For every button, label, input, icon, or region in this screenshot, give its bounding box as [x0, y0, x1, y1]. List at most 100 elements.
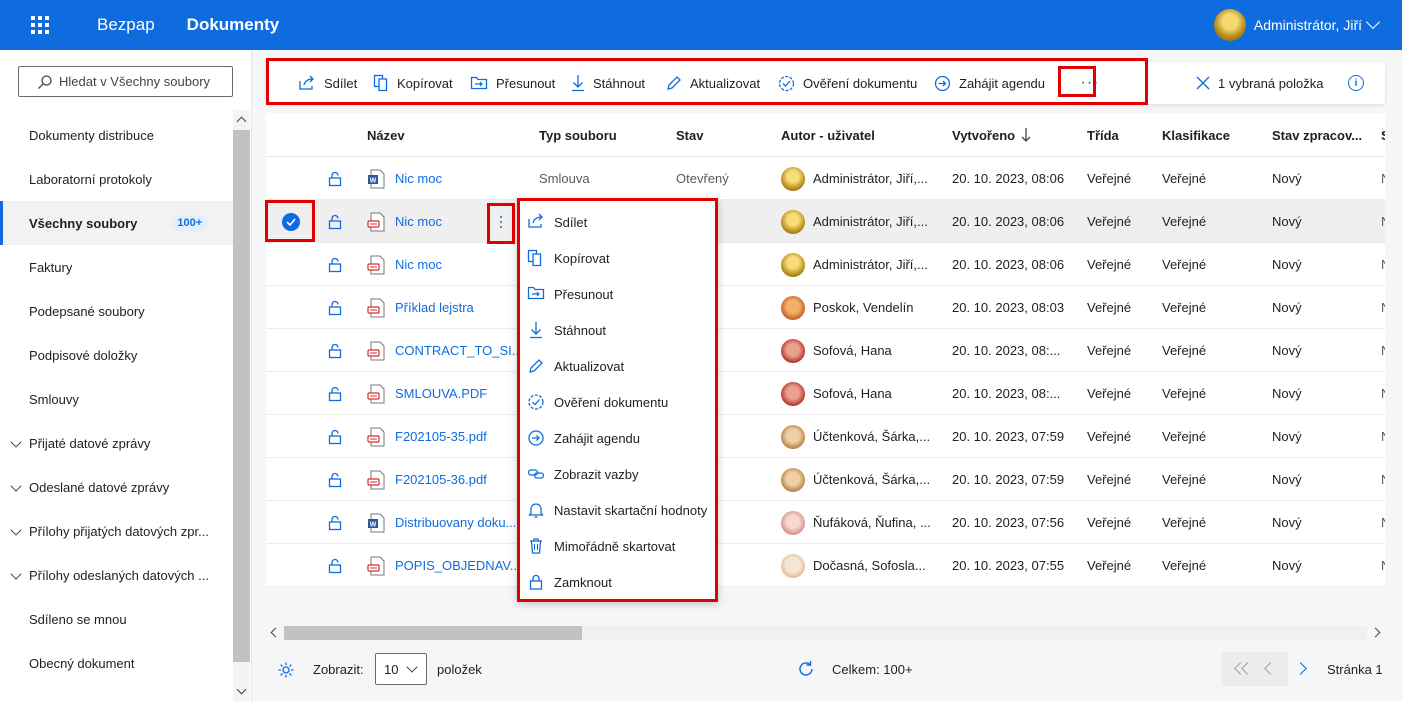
menu-item-lock[interactable]: Zamknout — [520, 564, 715, 600]
menu-item-bell[interactable]: Nastavit skartační hodnoty — [520, 492, 715, 528]
lock-icon[interactable] — [328, 558, 342, 574]
app-name[interactable]: Bezpap — [97, 15, 155, 35]
row-checkbox[interactable] — [282, 329, 302, 372]
copy-button[interactable]: Kopírovat — [373, 62, 453, 104]
chevron-down-icon[interactable] — [10, 568, 22, 580]
info-icon[interactable]: i — [1348, 75, 1364, 91]
chevron-down-icon[interactable] — [10, 524, 22, 536]
scroll-left-icon[interactable] — [270, 627, 281, 638]
sidebar-item-odeslane-datove-zpravy[interactable]: Odeslané datové zprávy — [0, 465, 233, 509]
lock-icon[interactable] — [328, 300, 342, 316]
table-row[interactable]: POPIS_OBJEDNAV...enýDočasná, Sofosla...2… — [266, 544, 1385, 587]
file-name-link[interactable]: Nic moc — [395, 157, 530, 200]
lock-icon[interactable] — [328, 472, 342, 488]
row-checkbox[interactable] — [282, 544, 302, 587]
row-checkbox[interactable] — [282, 286, 302, 329]
lock-icon[interactable] — [328, 214, 342, 230]
table-row[interactable]: WDistribuovany doku...enýŇufáková, Ňufin… — [266, 501, 1385, 544]
menu-item-move[interactable]: Přesunout — [520, 276, 715, 312]
move-button[interactable]: Přesunout — [470, 62, 555, 104]
file-name-link[interactable]: CONTRACT_TO_SI... — [395, 329, 530, 372]
next-page-icon[interactable] — [1294, 662, 1307, 675]
sidebar-scrollbar[interactable] — [233, 110, 250, 701]
row-checkbox[interactable] — [282, 157, 302, 200]
row-checkbox[interactable] — [282, 372, 302, 415]
verify-document-button[interactable]: Ověření dokumentu — [778, 62, 917, 104]
lock-icon[interactable] — [328, 429, 342, 445]
sidebar-item-podepsane-soubory[interactable]: Podepsané soubory — [0, 289, 233, 333]
file-name-link[interactable]: POPIS_OBJEDNAV... — [395, 544, 530, 587]
page-size-select[interactable]: 10 — [375, 653, 427, 685]
column-header-class[interactable]: Třída — [1087, 113, 1119, 157]
app-launcher-button[interactable] — [0, 0, 80, 50]
column-header-classification[interactable]: Klasifikace — [1162, 113, 1230, 157]
scroll-down-icon[interactable] — [236, 684, 247, 695]
horizontal-scrollbar[interactable] — [266, 625, 1385, 642]
lock-icon[interactable] — [328, 386, 342, 402]
lock-icon[interactable] — [328, 343, 342, 359]
scroll-up-icon[interactable] — [236, 116, 247, 127]
column-header-state[interactable]: Stav — [676, 113, 703, 157]
menu-item-start-agenda[interactable]: Zahájit agendu — [520, 420, 715, 456]
sidebar-item-prilohy-odeslanych[interactable]: Přílohy odeslaných datových ... — [0, 553, 233, 597]
user-menu[interactable]: Administrátor, Jiří — [1213, 9, 1381, 41]
column-header-extra[interactable]: S — [1381, 113, 1385, 157]
menu-item-download[interactable]: Stáhnout — [520, 312, 715, 348]
file-name-link[interactable]: Distribuovany doku... — [395, 501, 530, 544]
sidebar-item-vsechny-soubory[interactable]: Všechny soubory 100+ — [0, 201, 233, 245]
more-options-button[interactable]: ··· — [1072, 68, 1108, 98]
lock-icon[interactable] — [328, 171, 342, 187]
table-row[interactable]: F202105-35.pdfvanýÚčtenková, Šárka,...20… — [266, 415, 1385, 458]
sidebar-item-faktury[interactable]: Faktury — [0, 245, 233, 289]
selection-info[interactable]: 1 vybraná položka — [1196, 62, 1324, 104]
table-row[interactable]: SMLOUVA.PDFenýSofová, Hana20. 10. 2023, … — [266, 372, 1385, 415]
gear-icon[interactable] — [277, 661, 295, 679]
table-row[interactable]: F202105-36.pdfvanýÚčtenková, Šárka,...20… — [266, 458, 1385, 501]
column-header-processing[interactable]: Stav zpracov... — [1272, 113, 1362, 157]
sidebar-item-dokumenty-distribuce[interactable]: Dokumenty distribuce — [0, 113, 233, 157]
chevron-down-icon[interactable] — [10, 436, 22, 448]
table-row[interactable]: CONTRACT_TO_SI...enýSofová, Hana20. 10. … — [266, 329, 1385, 372]
sidebar-item-podpisove-dolozky[interactable]: Podpisové doložky — [0, 333, 233, 377]
column-header-name[interactable]: Název — [367, 113, 405, 157]
column-header-created[interactable]: Vytvořeno — [952, 113, 1031, 157]
table-row[interactable]: Nic mocenýAdministrátor, Jiří,...20. 10.… — [266, 243, 1385, 286]
menu-item-link[interactable]: Zobrazit vazby — [520, 456, 715, 492]
menu-item-trash[interactable]: Mimořádně skartovat — [520, 528, 715, 564]
column-header-type[interactable]: Typ souboru — [539, 113, 617, 157]
update-button[interactable]: Aktualizovat — [666, 62, 760, 104]
file-name-link[interactable]: SMLOUVA.PDF — [395, 372, 530, 415]
lock-icon[interactable] — [328, 515, 342, 531]
sidebar-item-prilohy-prijatych[interactable]: Přílohy přijatých datových zpr... — [0, 509, 233, 553]
row-checkbox[interactable] — [282, 501, 302, 544]
sidebar-item-sdileno-se-mnou[interactable]: Sdíleno se mnou — [0, 597, 233, 641]
column-header-author[interactable]: Autor - uživatel — [781, 113, 875, 157]
row-checkbox[interactable] — [282, 458, 302, 501]
sidebar-item-prijate-datove-zpravy[interactable]: Přijaté datové zprávy — [0, 421, 233, 465]
row-more-button[interactable] — [499, 200, 503, 243]
menu-item-copy[interactable]: Kopírovat — [520, 240, 715, 276]
lock-icon[interactable] — [328, 257, 342, 273]
refresh-icon[interactable] — [796, 659, 816, 679]
chevron-down-icon[interactable] — [10, 480, 22, 492]
row-checkbox[interactable] — [282, 415, 302, 458]
row-checkbox[interactable] — [282, 212, 300, 231]
scrollbar-thumb[interactable] — [284, 626, 582, 640]
file-name-link[interactable]: Nic moc — [395, 243, 530, 286]
scroll-right-icon[interactable] — [1370, 627, 1381, 638]
file-name-link[interactable]: Příklad lejstra — [395, 286, 530, 329]
share-button[interactable]: Sdílet — [298, 62, 357, 104]
search-input[interactable]: Hledat v Všechny soubory — [18, 66, 233, 97]
row-checkbox[interactable] — [282, 243, 302, 286]
menu-item-share[interactable]: Sdílet — [520, 204, 715, 240]
start-agenda-button[interactable]: Zahájit agendu — [934, 62, 1045, 104]
section-title[interactable]: Dokumenty — [187, 15, 280, 35]
download-button[interactable]: Stáhnout — [571, 62, 645, 104]
file-name-link[interactable]: Nic moc — [395, 200, 490, 243]
file-name-link[interactable]: F202105-35.pdf — [395, 415, 530, 458]
table-row[interactable]: Nic mocvanýAdministrátor, Jiří,...20. 10… — [266, 200, 1385, 243]
sidebar-item-obecny-dokument[interactable]: Obecný dokument — [0, 641, 233, 685]
close-icon[interactable] — [1196, 76, 1210, 90]
menu-item-edit[interactable]: Aktualizovat — [520, 348, 715, 384]
menu-item-verify[interactable]: Ověření dokumentu — [520, 384, 715, 420]
